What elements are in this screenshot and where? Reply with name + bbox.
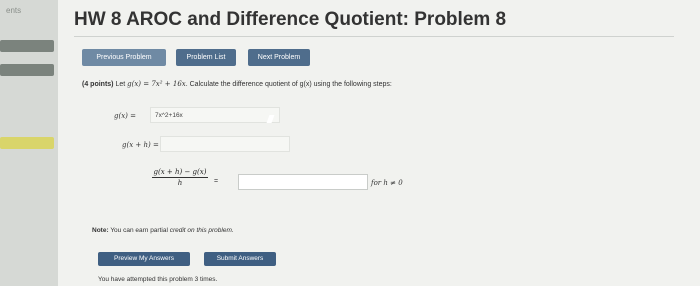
statement-suffix: . Calculate the difference quotient of g… bbox=[185, 81, 392, 88]
problem-points: (4 points) bbox=[82, 81, 114, 88]
function-definition: g(x) = 7x² + 16x bbox=[127, 80, 186, 88]
problem-list-button[interactable]: Problem List bbox=[176, 49, 236, 66]
gx-answer-field[interactable]: 7x^2+16x bbox=[150, 107, 280, 123]
sidebar-item-1[interactable] bbox=[0, 40, 54, 52]
problem-statement: (4 points) Let g(x) = 7x² + 16x. Calcula… bbox=[82, 80, 392, 88]
page-title: HW 8 AROC and Difference Quotient: Probl… bbox=[74, 9, 507, 30]
note-label: Note: bbox=[92, 227, 109, 234]
gxh-label: g(x + h) = bbox=[122, 141, 159, 149]
sidebar-top-text: ents bbox=[6, 6, 22, 15]
preview-answers-button[interactable]: Preview My Answers bbox=[98, 252, 190, 266]
difference-quotient-fraction: g(x + h) − g(x) h bbox=[152, 168, 208, 187]
difference-quotient-field[interactable] bbox=[238, 174, 368, 190]
attempts-text: You have attempted this problem 3 times. bbox=[98, 276, 218, 283]
dq-equals-sign: = bbox=[214, 178, 219, 185]
note-italic: credit on this problem. bbox=[169, 227, 234, 234]
gxh-answer-field[interactable] bbox=[160, 136, 290, 152]
main-content: HW 8 AROC and Difference Quotient: Probl… bbox=[58, 0, 700, 286]
note-text: Note: You can earn partial credit on thi… bbox=[92, 227, 234, 234]
sidebar-item-2[interactable] bbox=[0, 64, 54, 76]
previous-problem-button[interactable]: Previous Problem bbox=[82, 49, 166, 66]
h-condition: for h ≠ 0 bbox=[371, 179, 403, 187]
note-normal: You can earn partial bbox=[110, 227, 168, 234]
statement-prefix: Let bbox=[115, 81, 126, 88]
title-divider bbox=[74, 36, 674, 37]
sidebar: ents bbox=[0, 0, 58, 286]
submit-answers-button[interactable]: Submit Answers bbox=[204, 252, 276, 266]
sidebar-item-highlight[interactable] bbox=[0, 137, 54, 149]
dq-denominator: h bbox=[177, 179, 183, 187]
next-problem-button[interactable]: Next Problem bbox=[248, 49, 310, 66]
dq-numerator: g(x + h) − g(x) bbox=[152, 168, 208, 178]
gx-label: g(x) = bbox=[114, 112, 136, 120]
